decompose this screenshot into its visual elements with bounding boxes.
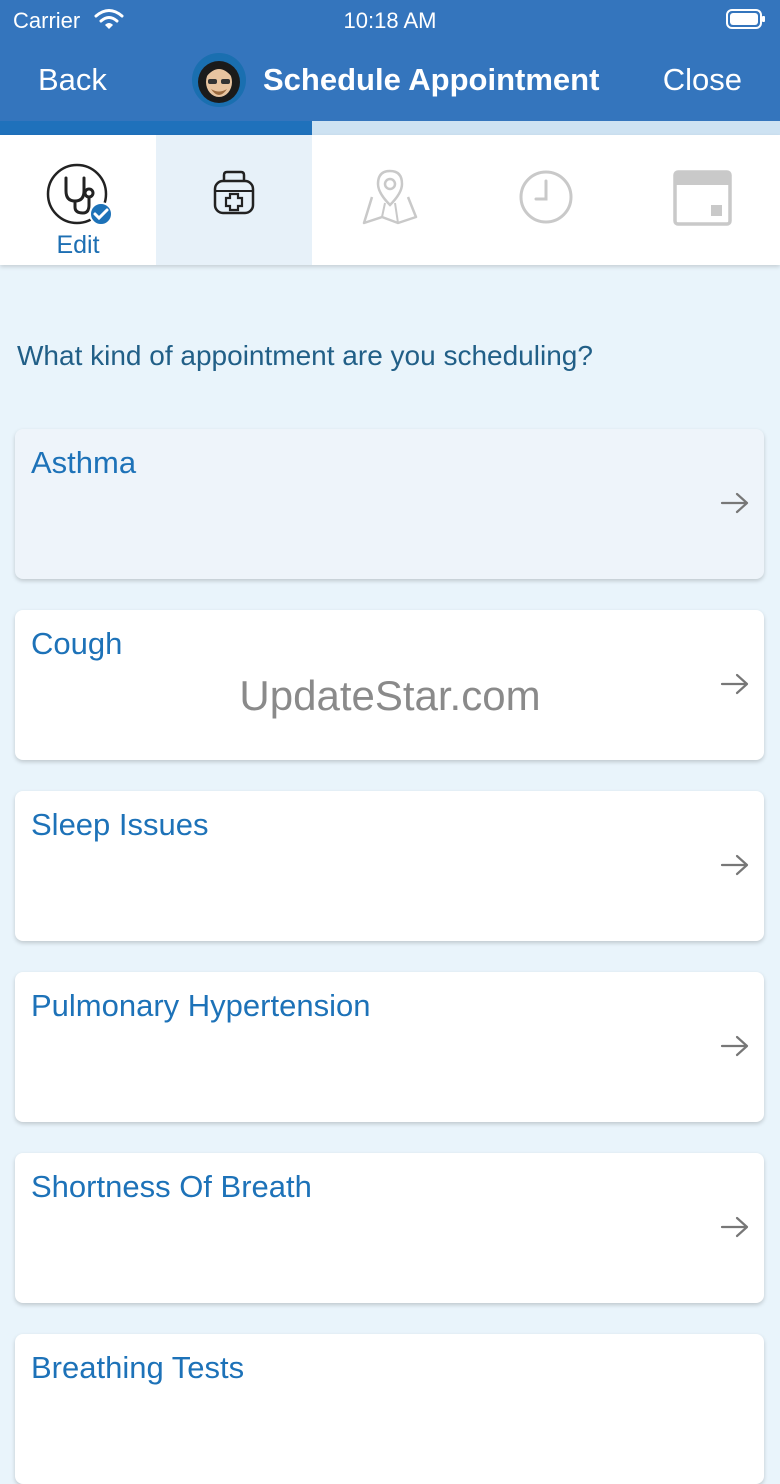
step-label-edit: Edit [56, 231, 100, 259]
battery-icon [726, 9, 766, 29]
watermark-text: UpdateStar.com [239, 672, 541, 719]
step-medical-bag[interactable] [156, 135, 312, 265]
step-date[interactable] [624, 135, 780, 265]
status-bar: Carrier 10:18 AM [0, 0, 780, 40]
option-card-sleep-issues[interactable]: Sleep Issues [15, 791, 764, 941]
option-label: Asthma [31, 445, 137, 480]
step-stethoscope[interactable]: Edit [0, 135, 156, 265]
option-card-shortness-of-breath[interactable]: Shortness Of Breath [15, 1153, 764, 1303]
clock-time: 10:18 AM [343, 8, 437, 33]
option-card-asthma[interactable]: Asthma [15, 429, 764, 579]
avatar [192, 53, 246, 107]
page-title: Schedule Appointment [263, 62, 600, 97]
option-card-pulmonary-hypertension[interactable]: Pulmonary Hypertension [15, 972, 764, 1122]
close-button[interactable]: Close [663, 62, 742, 98]
step-time[interactable] [468, 135, 624, 265]
arrow-right-icon [720, 1034, 750, 1063]
option-label: Breathing Tests [31, 1350, 245, 1385]
progress-fill [0, 121, 312, 135]
arrow-right-icon [720, 853, 750, 882]
step-tabs: Edit [0, 135, 780, 265]
option-label: Cough [31, 626, 123, 661]
step-location[interactable] [312, 135, 468, 265]
option-card-breathing-tests[interactable]: Breathing Tests [15, 1334, 764, 1484]
arrow-right-icon [720, 491, 750, 520]
arrow-right-icon [720, 1215, 750, 1244]
back-button[interactable]: Back [38, 62, 107, 98]
option-label: Sleep Issues [31, 807, 209, 842]
option-label: Pulmonary Hypertension [31, 988, 371, 1023]
navigation-bar: Back Schedule Appointment Close [0, 40, 780, 121]
question-prompt: What kind of appointment are you schedul… [17, 340, 593, 371]
progress-bar [0, 121, 780, 135]
option-label: Shortness Of Breath [31, 1169, 312, 1204]
